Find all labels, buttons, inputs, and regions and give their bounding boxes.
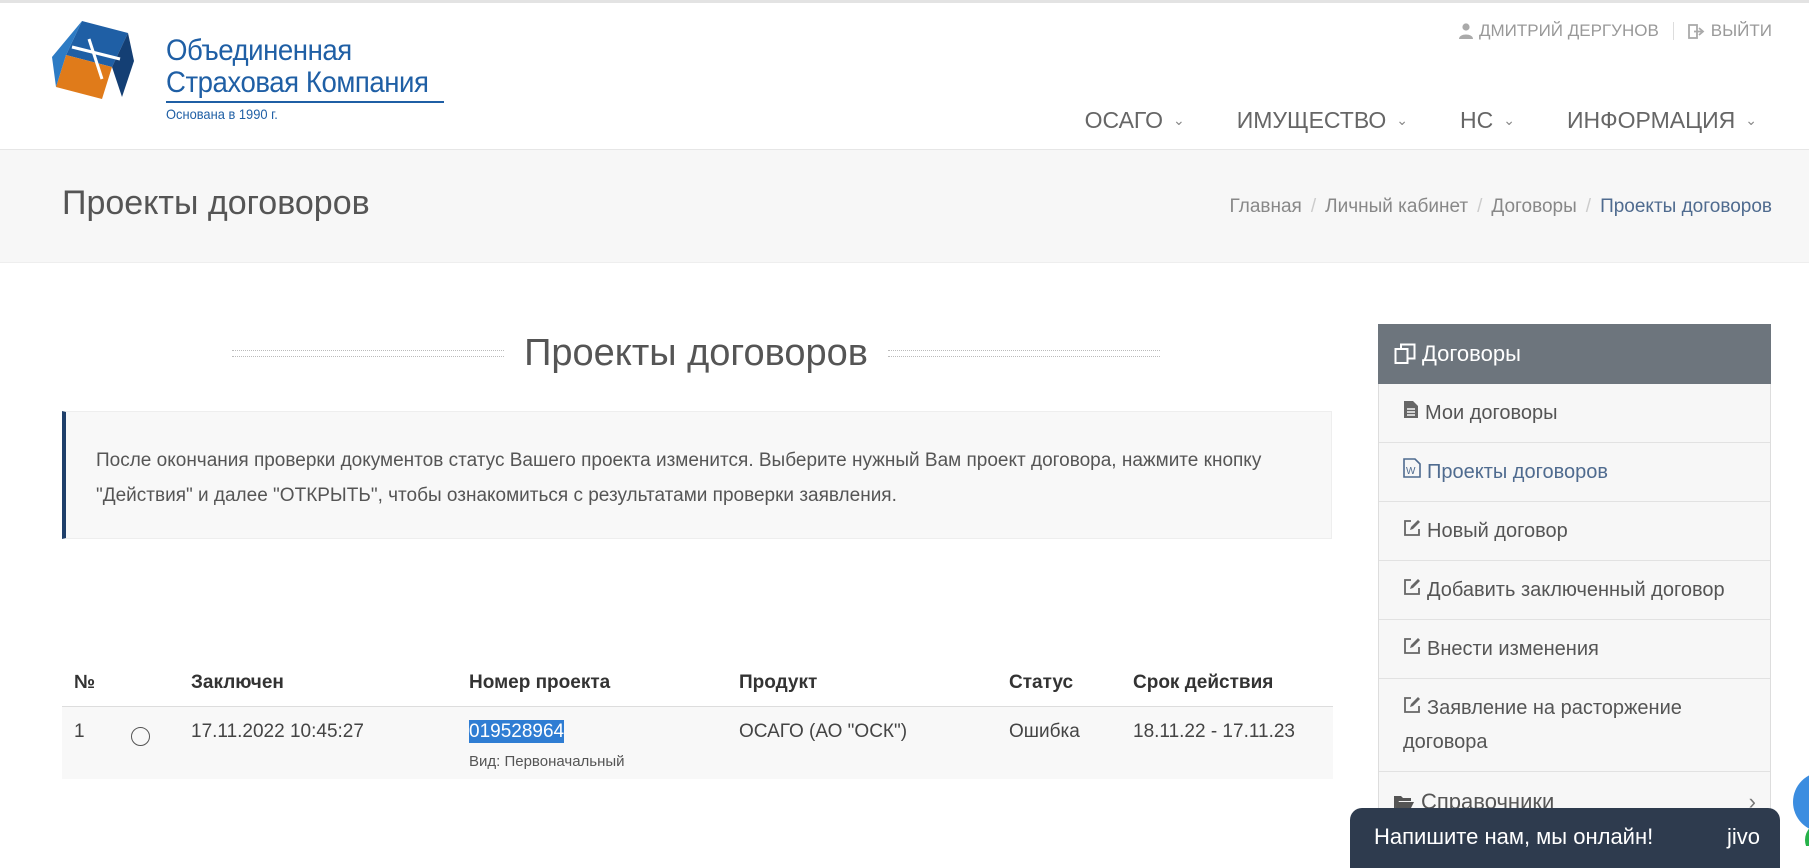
main-nav: ОСАГО ⌄ ИМУЩЕСТВО ⌄ НС ⌄ ИНФОРМАЦИЯ ⌄ [1085, 107, 1757, 134]
breadcrumb-current: Проекты договоров [1600, 196, 1772, 217]
sidebar-title: Договоры [1422, 341, 1521, 366]
project-kind: Вид: Первоначальный [469, 753, 625, 770]
chevron-down-icon: ⌄ [1172, 112, 1185, 128]
heading-rule-right [887, 350, 1161, 357]
user-bar-divider [1672, 22, 1674, 40]
nav-label: НС [1460, 107, 1494, 133]
user-bar: ДМИТРИЙ ДЕРГУНОВ ВЫЙТИ [1458, 21, 1772, 41]
chat-brand-logo: jivo [1726, 824, 1760, 849]
chat-launcher-icon[interactable] [1783, 756, 1809, 846]
sign-out-icon [1687, 23, 1705, 39]
svg-text:W: W [1406, 466, 1416, 477]
projects-table: № Заключен Номер проекта Продукт Статус … [62, 660, 1333, 779]
sidebar-item-termination[interactable]: Заявление на расторжение договора [1379, 679, 1770, 772]
row-concluded: 17.11.2022 10:45:27 [179, 706, 457, 779]
sidebar-item-label: Новый договор [1427, 520, 1568, 542]
user-profile-link[interactable]: ДМИТРИЙ ДЕРГУНОВ [1458, 21, 1659, 41]
sidebar-item-label: Добавить заключенный договор [1427, 579, 1725, 601]
project-number[interactable]: 019528964 [469, 720, 565, 743]
heading-rule-left [232, 350, 505, 357]
site-header: Объединенная Страховая Компания Основана… [0, 3, 1809, 150]
sidebar-item-label: Проекты договоров [1427, 461, 1608, 483]
chevron-down-icon: ⌄ [1396, 112, 1409, 128]
info-notice: После окончания проверки документов стат… [62, 411, 1332, 539]
column-header-number: № [62, 660, 119, 707]
sidebar-item-label: Внести изменения [1427, 638, 1599, 660]
page-title-band: Проекты договоров Главная / Личный кабин… [0, 150, 1809, 263]
table-header-row: № Заключен Номер проекта Продукт Статус … [62, 660, 1333, 707]
nav-item-property[interactable]: ИМУЩЕСТВО ⌄ [1237, 107, 1408, 134]
sidebar-item-add-concluded[interactable]: Добавить заключенный договор [1379, 561, 1770, 620]
edit-icon [1404, 520, 1420, 536]
row-validity: 18.11.22 - 17.11.23 [1121, 706, 1333, 779]
page-title: Проекты договоров [62, 184, 370, 222]
row-number: 1 [62, 706, 119, 779]
row-status: Ошибка [997, 706, 1121, 779]
nav-item-information[interactable]: ИНФОРМАЦИЯ ⌄ [1567, 107, 1757, 134]
copy-icon [1394, 343, 1416, 364]
column-header-product: Продукт [727, 660, 997, 707]
sidebar-menu: Мои договоры W Проекты договоров Новый д… [1378, 384, 1771, 772]
sidebar-item-label: Мои договоры [1425, 402, 1558, 424]
edit-icon [1404, 697, 1420, 713]
logout-label: ВЫЙТИ [1710, 21, 1772, 40]
section-heading: Проекты договоров [232, 332, 1161, 375]
user-name: ДМИТРИЙ ДЕРГУНОВ [1478, 21, 1659, 40]
chevron-down-icon: ⌄ [1503, 112, 1515, 128]
column-header-select [119, 660, 179, 707]
nav-label: ОСАГО [1084, 107, 1163, 133]
row-project-cell: 019528964 Вид: Первоначальный [457, 706, 727, 779]
sidebar-item-my-contracts[interactable]: Мои договоры [1379, 384, 1770, 443]
chat-prompt: Напишите нам, мы онлайн! [1374, 824, 1654, 849]
word-file-icon: W [1403, 458, 1421, 478]
breadcrumb-cabinet[interactable]: Личный кабинет [1325, 196, 1468, 218]
section-title: Проекты договоров [524, 332, 868, 374]
logo-line-1: Объединенная [166, 34, 352, 67]
chat-widget[interactable]: Напишите нам, мы онлайн! jivo [1350, 808, 1780, 868]
nav-item-osago[interactable]: ОСАГО ⌄ [1085, 107, 1185, 134]
breadcrumb-home[interactable]: Главная [1230, 196, 1302, 218]
edit-icon [1404, 638, 1420, 654]
logo-tagline: Основана в 1990 г. [166, 106, 278, 122]
row-select-radio[interactable] [131, 727, 150, 746]
logo-line-2: Страховая Компания [166, 66, 429, 99]
sidebar-item-new-contract[interactable]: Новый договор [1379, 502, 1770, 561]
row-product: ОСАГО (АО "ОСК") [727, 706, 997, 779]
company-logo[interactable]: Объединенная Страховая Компания Основана… [52, 17, 452, 127]
contracts-sidebar: Договоры Мои договоры W Проекты договоро… [1378, 324, 1771, 832]
breadcrumb: Главная / Личный кабинет / Договоры / Пр… [1230, 196, 1772, 218]
logo-text: Объединенная Страховая Компания Основана… [166, 35, 451, 125]
nav-item-accident[interactable]: НС ⌄ [1460, 107, 1515, 134]
sidebar-header[interactable]: Договоры [1378, 324, 1771, 384]
column-header-validity: Срок действия [1121, 660, 1333, 707]
row-select-cell [119, 706, 179, 779]
breadcrumb-separator: / [1477, 196, 1483, 217]
breadcrumb-contracts[interactable]: Договоры [1491, 196, 1576, 218]
logout-link[interactable]: ВЫЙТИ [1687, 21, 1772, 41]
user-icon [1458, 23, 1473, 39]
file-icon [1404, 401, 1418, 418]
edit-icon [1404, 579, 1420, 595]
column-header-concluded: Заключен [179, 660, 457, 707]
column-header-project-number: Номер проекта [457, 660, 727, 707]
sidebar-item-label: Заявление на расторжение договора [1403, 697, 1682, 753]
nav-label: ИНФОРМАЦИЯ [1567, 107, 1736, 133]
nav-label: ИМУЩЕСТВО [1236, 107, 1387, 133]
breadcrumb-separator: / [1585, 196, 1592, 217]
logo-cube-icon [52, 21, 134, 99]
sidebar-item-make-changes[interactable]: Внести изменения [1379, 620, 1770, 679]
chevron-down-icon: ⌄ [1745, 112, 1757, 128]
column-header-status: Статус [997, 660, 1121, 707]
sidebar-item-project-contracts[interactable]: W Проекты договоров [1379, 443, 1770, 502]
table-row[interactable]: 1 17.11.2022 10:45:27 019528964 Вид: Пер… [62, 706, 1333, 779]
breadcrumb-separator: / [1310, 196, 1317, 217]
